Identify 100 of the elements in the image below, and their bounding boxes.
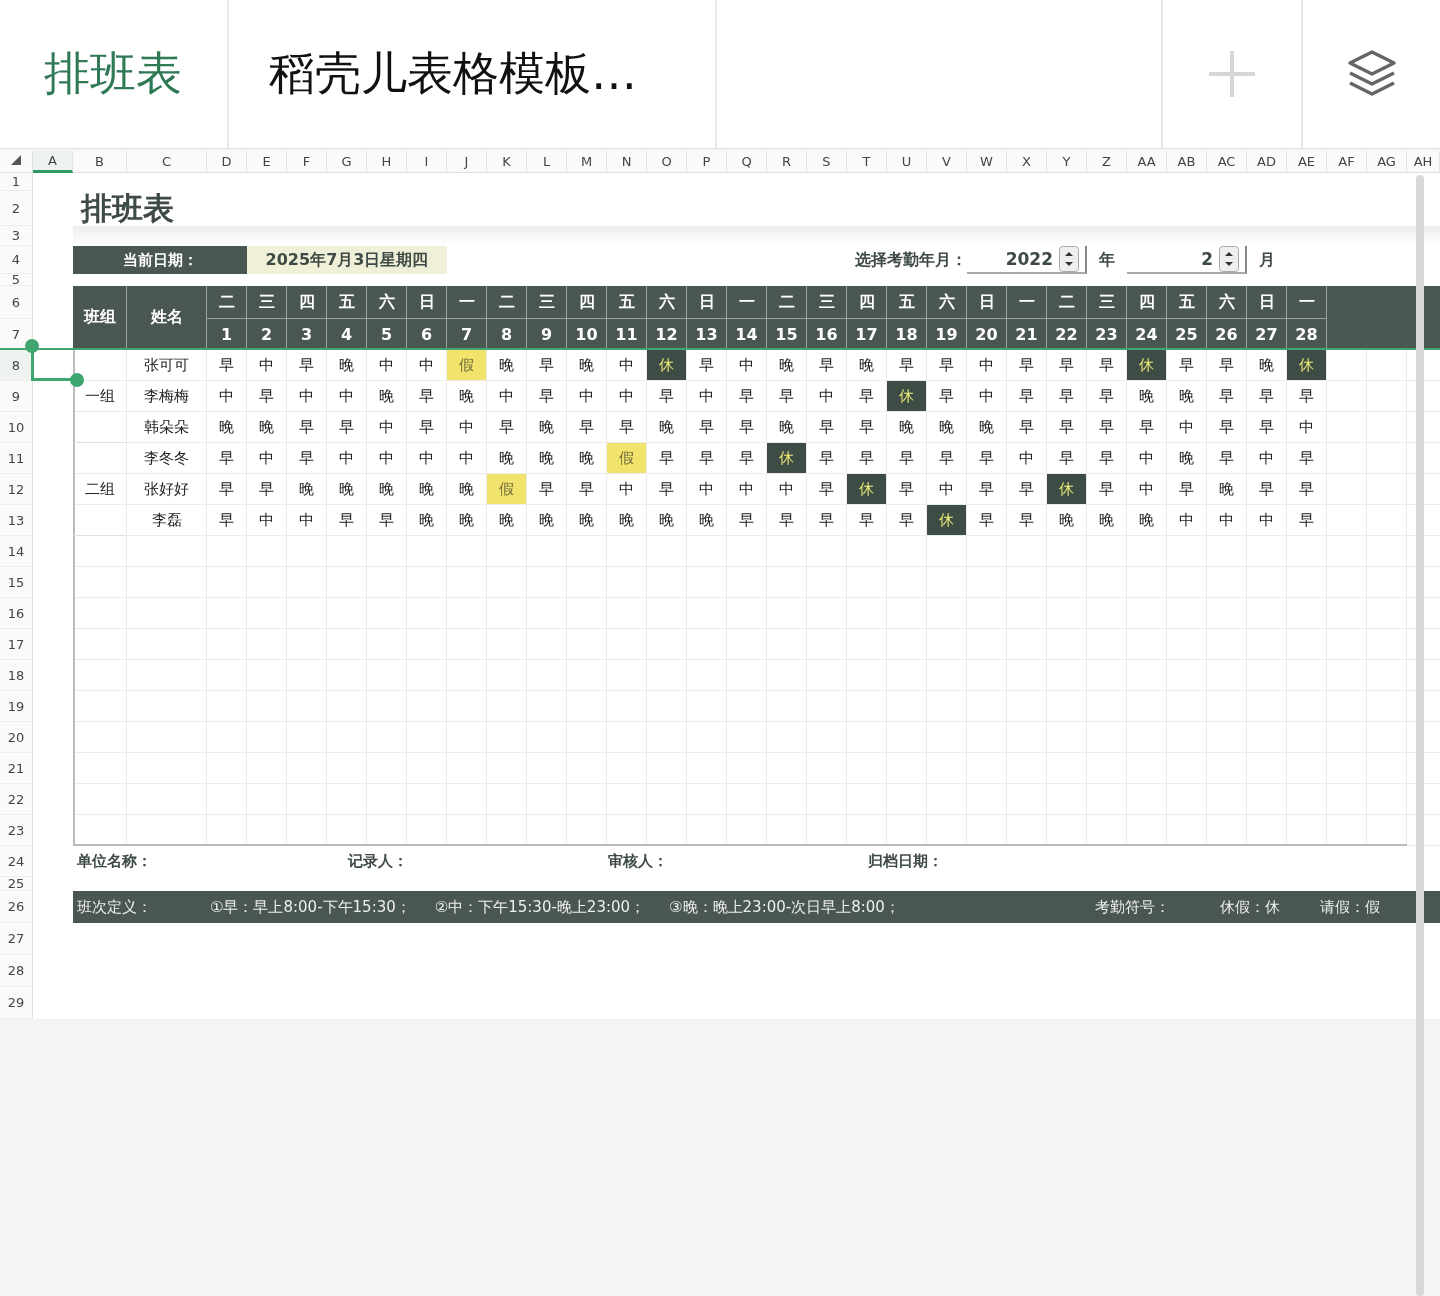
column-header[interactable]: AB: [1167, 151, 1207, 173]
select-all-icon[interactable]: [11, 155, 21, 165]
row-header[interactable]: 1: [0, 173, 33, 191]
column-header[interactable]: AA: [1127, 151, 1167, 173]
column-header[interactable]: M: [567, 151, 607, 173]
shift-cell: 晚: [327, 474, 367, 505]
row-header[interactable]: 21: [0, 753, 33, 784]
column-header[interactable]: AD: [1247, 151, 1287, 173]
row-header[interactable]: 23: [0, 815, 33, 846]
row-header[interactable]: 28: [0, 955, 33, 987]
column-header[interactable]: Y: [1047, 151, 1087, 173]
row-header[interactable]: 3: [0, 226, 33, 246]
column-header[interactable]: AF: [1327, 151, 1367, 173]
column-header[interactable]: B: [73, 151, 127, 173]
weekday-cell: 日: [407, 286, 447, 319]
row-header[interactable]: 8: [0, 350, 33, 381]
shift-cell: 早: [1087, 474, 1127, 505]
column-header[interactable]: Z: [1087, 151, 1127, 173]
column-header[interactable]: X: [1007, 151, 1047, 173]
column-header[interactable]: K: [487, 151, 527, 173]
shift-cell: 中: [1127, 474, 1167, 505]
row-header[interactable]: 5: [0, 274, 33, 286]
row-header[interactable]: 17: [0, 629, 33, 660]
column-header[interactable]: V: [927, 151, 967, 173]
column-header[interactable]: C: [127, 151, 207, 173]
column-header[interactable]: H: [367, 151, 407, 173]
row-header[interactable]: 13: [0, 505, 33, 536]
column-header[interactable]: R: [767, 151, 807, 173]
column-header[interactable]: F: [287, 151, 327, 173]
weekday-cell: 三: [247, 286, 287, 319]
document-title[interactable]: 稻壳儿表格模板…: [269, 43, 637, 105]
shift-cell: 早: [1207, 412, 1247, 443]
column-header[interactable]: P: [687, 151, 727, 173]
shift-cell: 晚: [567, 350, 607, 381]
column-header[interactable]: I: [407, 151, 447, 173]
row-header[interactable]: 9: [0, 381, 33, 412]
shift-definition: ②中：下午15:30-晚上23:00；: [434, 897, 646, 917]
column-header[interactable]: G: [327, 151, 367, 173]
shift-cell: 晚: [1167, 443, 1207, 474]
weekday-cell: 二: [487, 286, 527, 319]
row-header[interactable]: 2: [0, 191, 33, 226]
column-header[interactable]: E: [247, 151, 287, 173]
column-header[interactable]: A: [33, 151, 73, 173]
row-header[interactable]: 4: [0, 246, 33, 274]
date-cell: 21: [1007, 319, 1047, 350]
year-spinner[interactable]: 2022: [967, 246, 1087, 274]
row-header[interactable]: 14: [0, 536, 33, 567]
shift-cell: 早: [807, 350, 847, 381]
row-header[interactable]: 6: [0, 286, 33, 319]
column-header[interactable]: L: [527, 151, 567, 173]
column-header[interactable]: W: [967, 151, 1007, 173]
selection-handle[interactable]: [70, 373, 84, 387]
row-header[interactable]: 26: [0, 891, 33, 923]
shift-cell: 休: [927, 505, 967, 536]
column-header[interactable]: Q: [727, 151, 767, 173]
row-header[interactable]: 22: [0, 784, 33, 815]
column-header[interactable]: J: [447, 151, 487, 173]
selection-handle[interactable]: [25, 339, 39, 353]
shift-cell: 中: [367, 443, 407, 474]
footer-label: 归档日期：: [867, 851, 944, 872]
column-header[interactable]: AG: [1367, 151, 1407, 173]
scrollbar[interactable]: [1416, 175, 1424, 1296]
spin-arrows-icon[interactable]: [1059, 246, 1079, 272]
spin-arrows-icon[interactable]: [1219, 246, 1239, 272]
shift-cell: 早: [367, 505, 407, 536]
column-header[interactable]: T: [847, 151, 887, 173]
date-cell: 23: [1087, 319, 1127, 350]
symbol-definition: 休假：休: [1220, 897, 1280, 917]
row-header[interactable]: 18: [0, 660, 33, 691]
column-header[interactable]: S: [807, 151, 847, 173]
current-date: 2025年7月3日星期四: [247, 246, 447, 274]
shift-cell: 晚: [527, 412, 567, 443]
row-header[interactable]: 16: [0, 598, 33, 629]
column-header[interactable]: AE: [1287, 151, 1327, 173]
column-header[interactable]: U: [887, 151, 927, 173]
date-cell: 7: [447, 319, 487, 350]
row-header[interactable]: 20: [0, 722, 33, 753]
shift-cell: 休: [647, 350, 687, 381]
row-header[interactable]: 15: [0, 567, 33, 598]
column-header[interactable]: O: [647, 151, 687, 173]
shift-cell: 晚: [647, 505, 687, 536]
weekday-cell: 四: [847, 286, 887, 319]
column-header[interactable]: AH: [1407, 151, 1440, 173]
row-header[interactable]: 12: [0, 474, 33, 505]
row-header[interactable]: 25: [0, 877, 33, 891]
weekday-cell: 四: [1127, 286, 1167, 319]
column-header[interactable]: AC: [1207, 151, 1247, 173]
row-header[interactable]: 10: [0, 412, 33, 443]
row-header[interactable]: 29: [0, 987, 33, 1019]
row-header[interactable]: 11: [0, 443, 33, 474]
legend-label: 班次定义：: [77, 897, 153, 917]
row-header[interactable]: 27: [0, 923, 33, 955]
month-spinner[interactable]: 2: [1127, 246, 1247, 274]
shift-cell: 中: [767, 474, 807, 505]
column-header[interactable]: D: [207, 151, 247, 173]
date-cell: 13: [687, 319, 727, 350]
row-header[interactable]: 24: [0, 846, 33, 877]
row-header[interactable]: 19: [0, 691, 33, 722]
date-cell: 1: [207, 319, 247, 350]
column-header[interactable]: N: [607, 151, 647, 173]
